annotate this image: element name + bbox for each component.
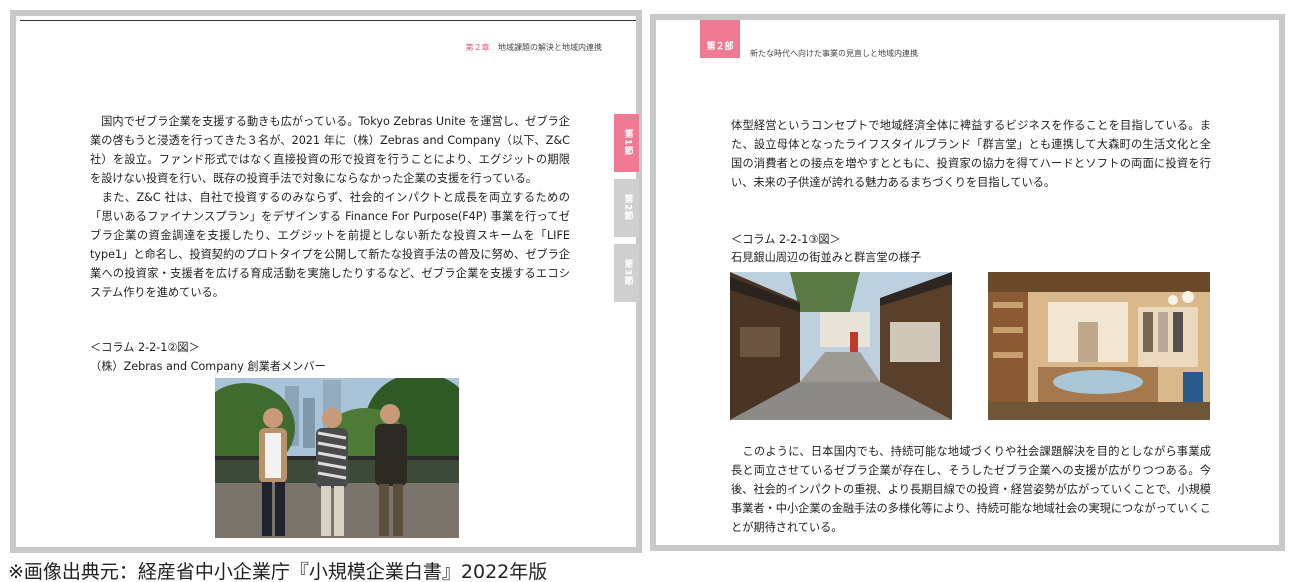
left-body-paragraph: 国内でゼブラ企業を支援する動きも広がっている。Tokyo Zebras Unit… <box>90 115 570 299</box>
right-body-paragraph-bottom: このように、日本国内でも、持続可能な地域づくりや社会課題解決を目的としながら事業… <box>731 445 1211 534</box>
chapter-title: 地域課題の解決と地域内連携 <box>498 43 602 52</box>
figure-label-2: ＜コラム 2-2-1②図＞ <box>90 341 200 354</box>
right-body-text-top: 体型経営というコンセプトで地域経済全体に裨益するビジネスを作ることを目指している… <box>731 116 1211 192</box>
right-page: 第２部 新たな時代へ向けた事業の見直しと地域内連携 体型経営というコンセプトで地… <box>650 14 1285 551</box>
image-source-note: ※画像出典元：経産省中小企業庁『小規模企業白書』2022年版 <box>8 561 548 582</box>
section-tab-2[interactable]: 第2節 <box>614 179 639 237</box>
section-tab-1[interactable]: 第1節 <box>614 114 639 172</box>
founders-photo <box>215 378 459 538</box>
section-tab-3[interactable]: 第3節 <box>614 244 639 302</box>
gungendo-shop-photo <box>988 272 1210 420</box>
chapter-label: 第２章 <box>465 43 490 52</box>
right-body-paragraph-top: 体型経営というコンセプトで地域経済全体に裨益するビジネスを作ることを目指している… <box>731 119 1211 189</box>
figure-label-3: ＜コラム 2-2-1③図＞ <box>731 233 841 246</box>
figure-caption-3: 石見銀山周辺の街並みと群言堂の様子 <box>731 251 922 264</box>
left-body-text: 国内でゼブラ企業を支援する動きも広がっている。Tokyo Zebras Unit… <box>90 112 570 302</box>
street-photo <box>730 272 952 420</box>
right-body-text-bottom: このように、日本国内でも、持続可能な地域づくりや社会課題解決を目的としながら事業… <box>731 442 1211 537</box>
figure-caption-2: （株）Zebras and Company 創業者メンバー <box>90 360 326 373</box>
part-tab: 第２部 <box>700 20 740 58</box>
top-rule <box>20 20 636 21</box>
left-page: 第２章 地域課題の解決と地域内連携 第1節 第2節 第3節 国内でゼブラ企業を支… <box>10 10 642 553</box>
part-title: 新たな時代へ向けた事業の見直しと地域内連携 <box>750 49 918 58</box>
left-page-header: 第２章 地域課題の解決と地域内連携 <box>465 42 602 53</box>
